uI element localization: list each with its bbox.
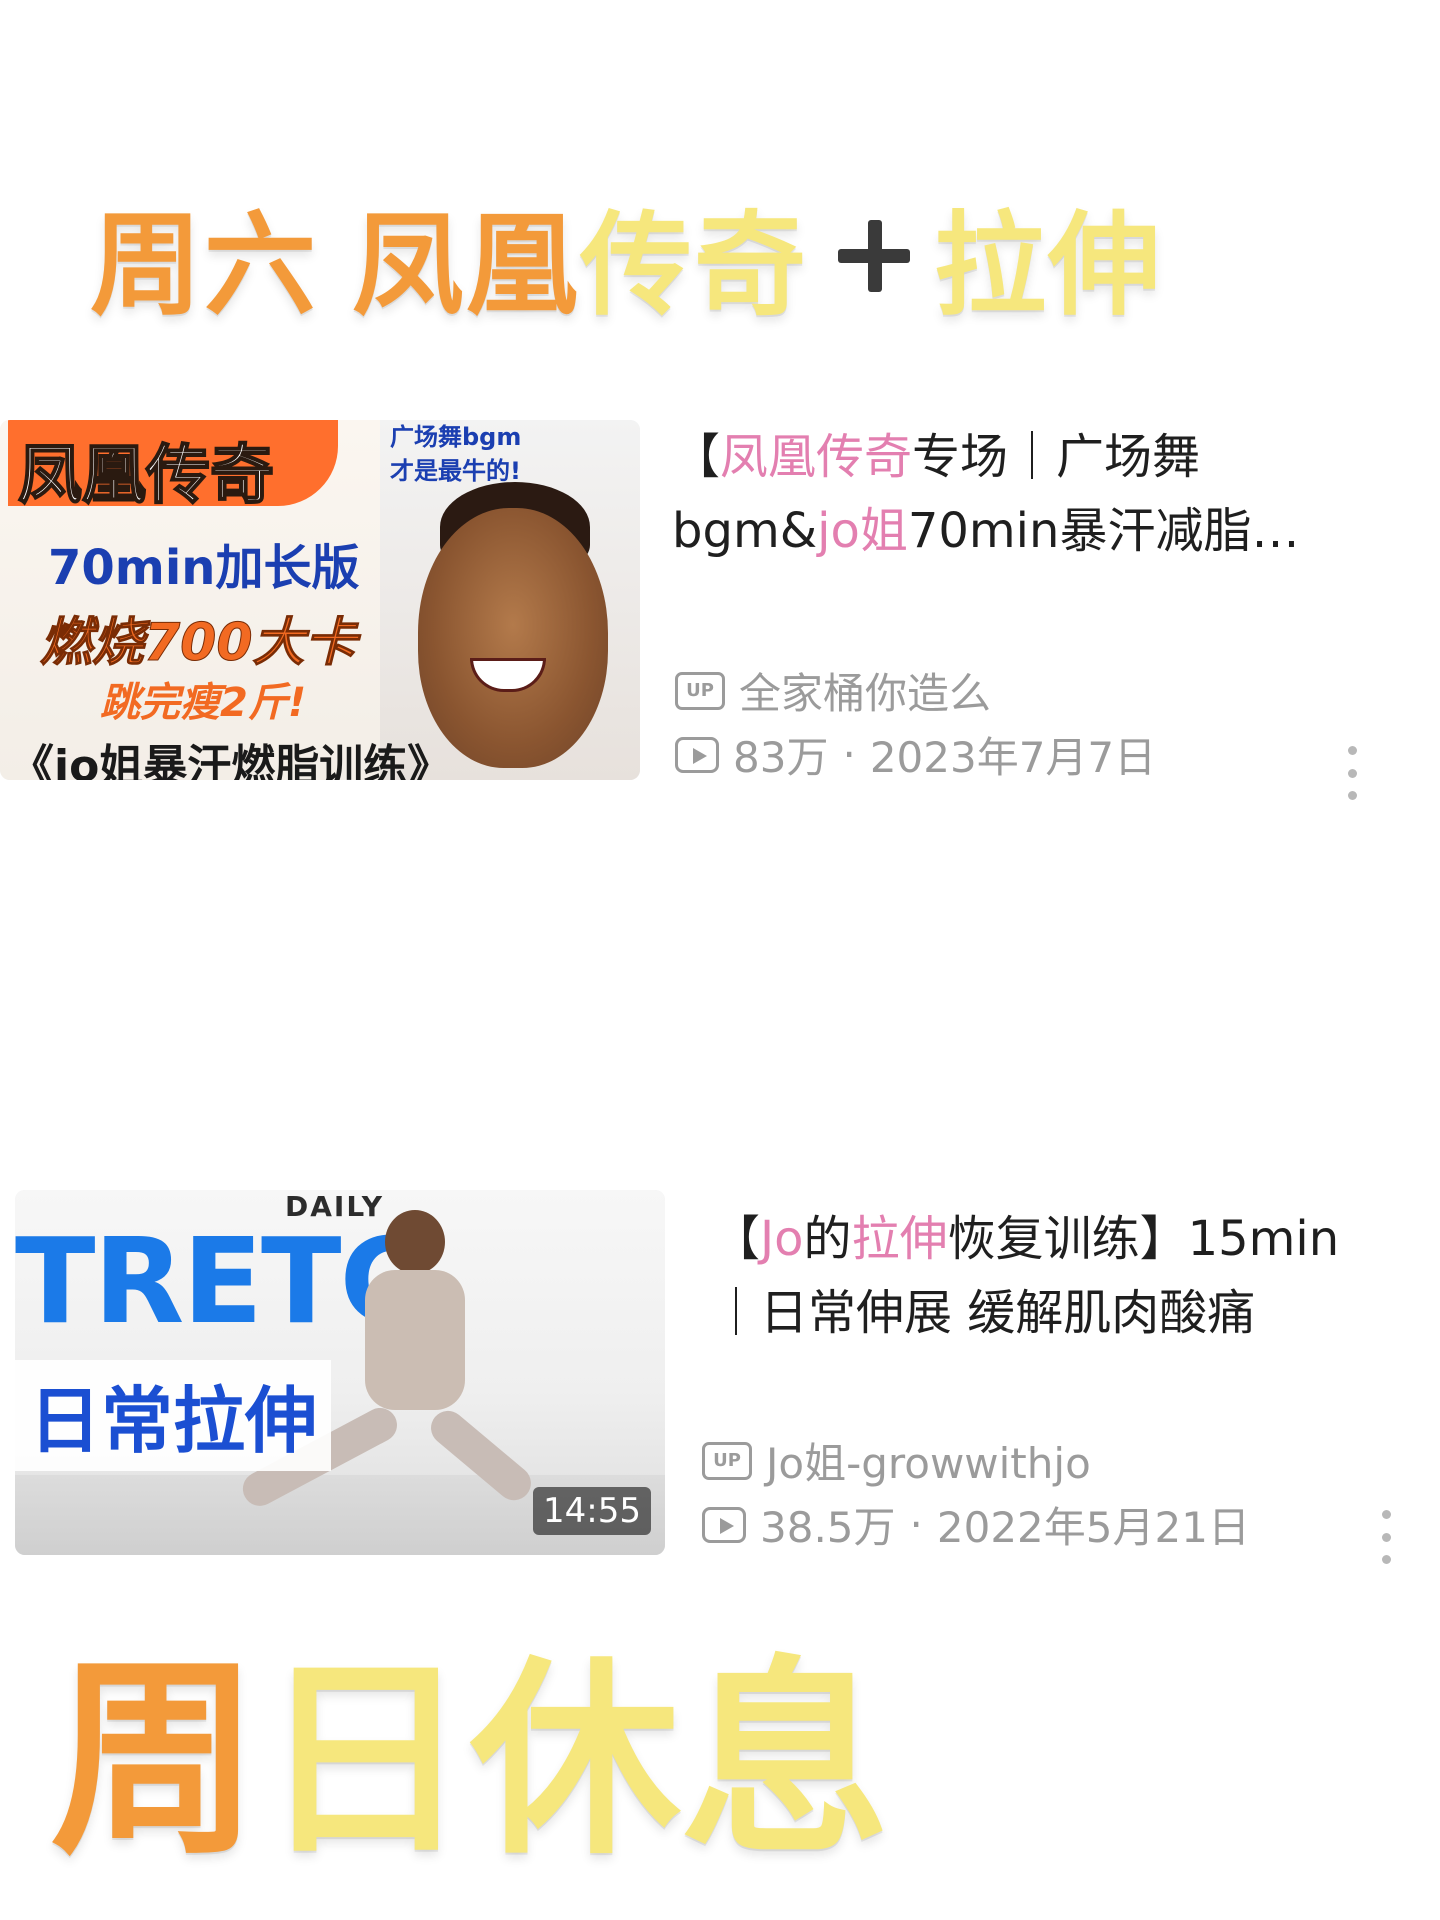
video-title[interactable]: 【Jo的拉伸恢复训练】15min ｜日常伸展 缓解肌肉酸痛: [712, 1202, 1339, 1350]
person-head: [385, 1210, 445, 1274]
person-face: [418, 508, 608, 768]
publish-date: 2023年7月7日: [869, 733, 1157, 782]
thumbnail-top-right-text: 广场舞bgm 才是最牛的!: [390, 420, 521, 488]
title-highlight: jo姐: [817, 503, 908, 559]
person-body: [365, 1270, 465, 1410]
separator: ·: [909, 1500, 923, 1549]
video-duration: 14:55: [533, 1487, 651, 1535]
publish-date: 2022年5月21日: [936, 1503, 1250, 1552]
video-stats: 38.5万 · 2022年5月21日: [702, 1494, 1250, 1555]
video-stats: 83万 · 2023年7月7日: [675, 724, 1156, 785]
uploader-row[interactable]: UP Jo姐-growwithjo: [702, 1430, 1091, 1491]
person-figure: [236, 1210, 538, 1530]
heading-phoenix-part2: 传奇: [580, 201, 808, 331]
thumbnail-top-right-line1: 广场舞bgm: [390, 423, 522, 451]
video-title-line2: bgm&jo姐70min暴汗减脂…: [672, 494, 1299, 568]
saturday-heading: 周六 凤凰 传奇 拉伸: [90, 175, 1162, 337]
uploader-name[interactable]: Jo姐-growwithjo: [766, 1430, 1091, 1491]
uploader-name[interactable]: 全家桶你造么: [739, 660, 991, 721]
video-title-line1: 【凤凰传奇专场｜广场舞: [672, 420, 1299, 494]
thumbnail-cn-title: 日常拉伸: [15, 1360, 332, 1471]
view-count: 38.5万: [760, 1503, 896, 1552]
more-options-icon[interactable]: [1376, 1510, 1396, 1564]
title-text: 70min暴汗减脂…: [907, 503, 1300, 559]
video-card[interactable]: DAILY TRETC 日常拉伸 14:55 【Jo的拉伸恢复训练】15min …: [0, 1190, 1440, 1564]
thumbnail-line3: 跳完瘦2斤!: [100, 680, 307, 726]
video-title-line2: ｜日常伸展 缓解肌肉酸痛: [712, 1276, 1339, 1350]
heading-phoenix-part1: 凤凰: [352, 201, 580, 331]
video-title[interactable]: 【凤凰传奇专场｜广场舞 bgm&jo姐70min暴汗减脂…: [672, 420, 1299, 568]
heading-sunday-char1: 周: [50, 1638, 261, 1883]
more-dot: [1381, 1510, 1391, 1519]
more-options-icon[interactable]: [1342, 746, 1362, 800]
heading-sunday-char3: 休: [470, 1638, 681, 1883]
video-title-line1: 【Jo的拉伸恢复训练】15min: [712, 1202, 1339, 1276]
play-count-icon: [702, 1506, 746, 1543]
uploader-row[interactable]: UP 全家桶你造么: [675, 660, 991, 721]
up-badge-icon: UP: [675, 671, 725, 710]
title-text: 专场｜广场舞: [912, 429, 1201, 485]
heading-day-saturday: 周六: [90, 201, 318, 331]
title-highlight: 凤凰传奇: [720, 429, 913, 485]
title-text: 【: [712, 1211, 761, 1267]
video-thumbnail[interactable]: 凤凰传奇 广场舞bgm 才是最牛的! 70min加长版 燃烧700大卡 跳完瘦2…: [0, 420, 640, 780]
view-count: 83万: [733, 733, 829, 782]
title-text: 【: [672, 429, 721, 485]
thumbnail-line1: 70min加长版: [48, 540, 360, 596]
play-count-icon: [675, 736, 719, 773]
separator: ·: [842, 730, 856, 779]
sunday-heading: 周 日 休 息: [50, 1590, 890, 1894]
video-thumbnail[interactable]: DAILY TRETC 日常拉伸 14:55: [15, 1190, 665, 1555]
title-text: 恢复训练】15min: [947, 1211, 1340, 1267]
title-highlight: Jo: [760, 1211, 804, 1267]
plus-icon: [838, 220, 910, 292]
heading-sunday-char2: 日: [260, 1638, 471, 1883]
title-text: ｜日常伸展 缓解肌肉酸痛: [712, 1285, 1256, 1341]
up-badge-icon: UP: [702, 1441, 752, 1480]
more-dot: [1381, 1555, 1391, 1564]
more-dot: [1347, 768, 1357, 778]
title-highlight: 拉伸: [851, 1211, 948, 1267]
thumbnail-line4: 《jo姐暴汗燃脂训练》: [10, 741, 452, 780]
thumbnail-line2: 燃烧700大卡: [40, 613, 358, 674]
more-dot: [1381, 1532, 1391, 1542]
thumbnail-top-right-line2: 才是最牛的!: [390, 457, 521, 485]
heading-sunday-char4: 息: [680, 1638, 891, 1883]
thumbnail-badge-text: 凤凰传奇: [17, 438, 275, 514]
heading-stretch: 拉伸: [934, 201, 1162, 331]
more-dot: [1347, 791, 1357, 800]
title-text: 的: [803, 1211, 852, 1267]
more-dot: [1347, 746, 1357, 755]
title-text: bgm&: [672, 503, 818, 559]
video-card[interactable]: 凤凰传奇 广场舞bgm 才是最牛的! 70min加长版 燃烧700大卡 跳完瘦2…: [0, 420, 1440, 800]
